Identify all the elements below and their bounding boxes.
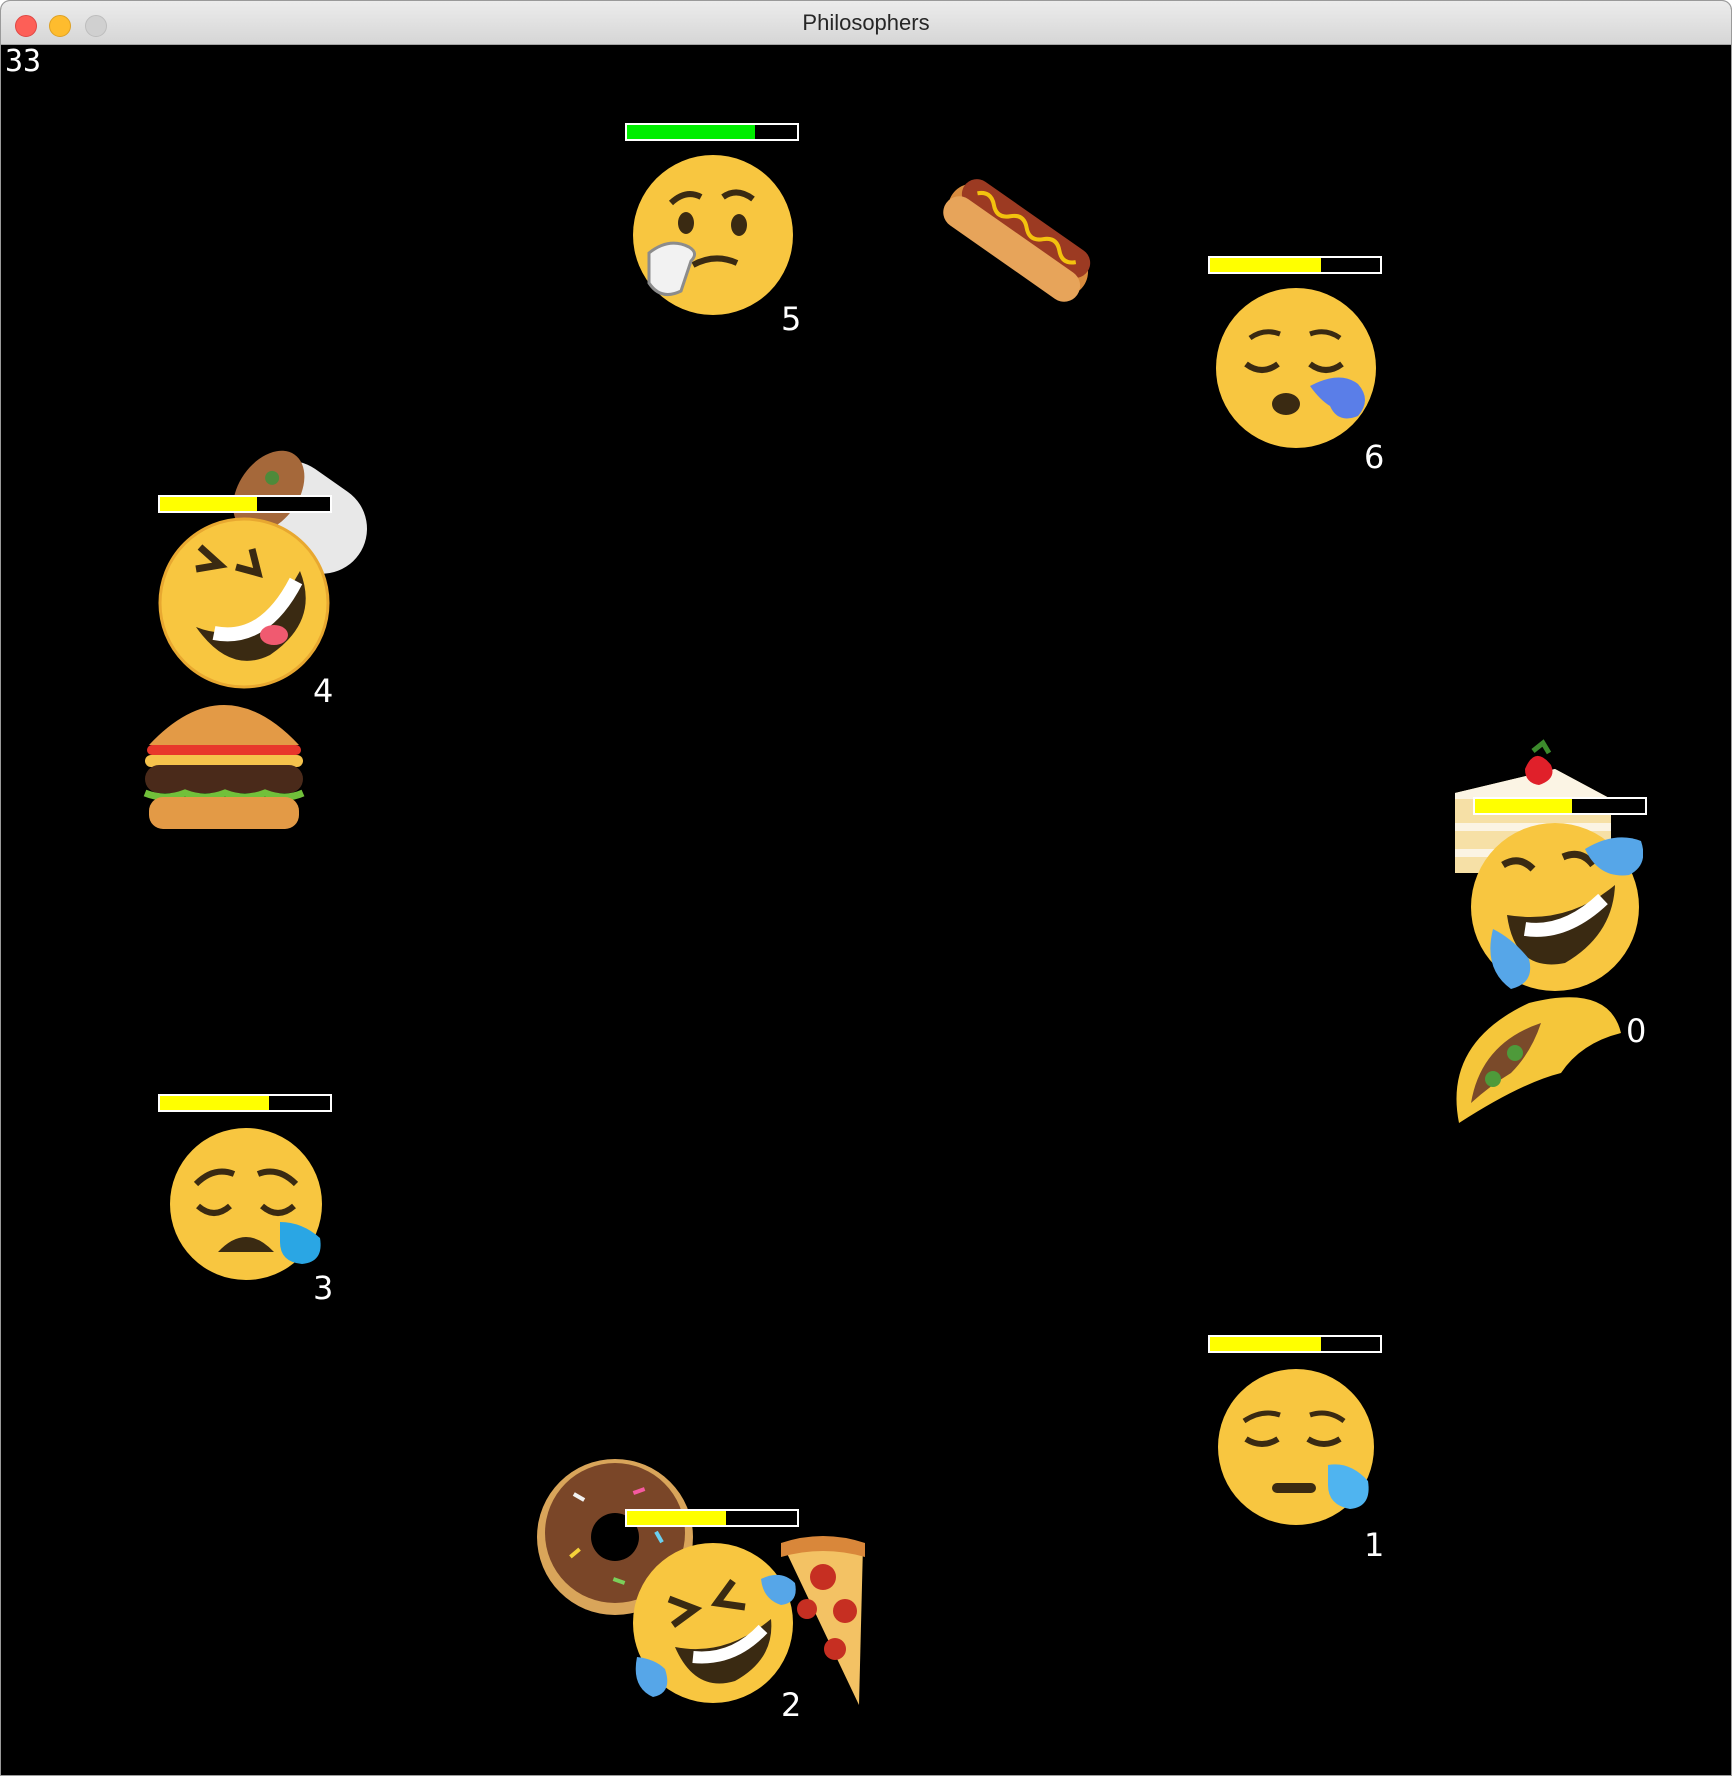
- appetite-bar: [1208, 256, 1382, 274]
- frame-counter: 33: [5, 44, 42, 79]
- laughing-crying-face-icon: [1471, 823, 1643, 991]
- philosopher-0: 0: [1471, 797, 1653, 1050]
- philosopher-id: 5: [781, 300, 802, 338]
- appetite-bar: [1473, 797, 1647, 815]
- philosopher-4: 4: [156, 495, 336, 755]
- appetite-bar-fill: [160, 1096, 269, 1110]
- philosopher-2: 2: [623, 1509, 803, 1729]
- sleepy-face-icon: [1216, 288, 1376, 448]
- app-window: Philosophers 33 5 6 4 0 3 1 2: [0, 0, 1732, 1776]
- appetite-bar: [625, 123, 799, 141]
- philosopher-6: 6: [1206, 256, 1386, 476]
- philosopher-id: 1: [1364, 1526, 1385, 1564]
- philosopher-5: 5: [623, 123, 803, 343]
- rolling-laughing-face-icon: [158, 517, 330, 689]
- title-bar[interactable]: Philosophers: [1, 1, 1731, 45]
- philosopher-id: 4: [313, 672, 334, 710]
- appetite-bar-fill: [1475, 799, 1572, 813]
- appetite-bar: [158, 1094, 332, 1112]
- sad-sweat-face-icon: [170, 1128, 322, 1280]
- sad-sweat-face-icon: [1218, 1369, 1374, 1525]
- philosopher-3: 3: [156, 1094, 336, 1314]
- appetite-bar: [1208, 1335, 1382, 1353]
- window-title: Philosophers: [802, 10, 930, 35]
- appetite-bar-fill: [627, 1511, 726, 1525]
- appetite-bar-fill: [627, 125, 755, 139]
- thinking-face-icon: [633, 155, 793, 315]
- philosopher-id: 3: [313, 1269, 334, 1307]
- appetite-bar: [158, 495, 332, 513]
- appetite-bar: [625, 1509, 799, 1527]
- appetite-bar-fill: [1210, 258, 1321, 272]
- philosopher-id: 6: [1364, 438, 1385, 476]
- appetite-bar-fill: [160, 497, 257, 511]
- philosopher-id: 2: [781, 1686, 802, 1724]
- philosopher-1: 1: [1206, 1335, 1386, 1561]
- hotdog-icon: [943, 179, 1091, 302]
- appetite-bar-fill: [1210, 1337, 1321, 1351]
- simulation-canvas: 33 5 6 4 0 3 1 2: [3, 45, 1731, 1775]
- philosopher-id: 0: [1626, 1012, 1647, 1050]
- rolling-laughing-face-icon: [633, 1543, 796, 1703]
